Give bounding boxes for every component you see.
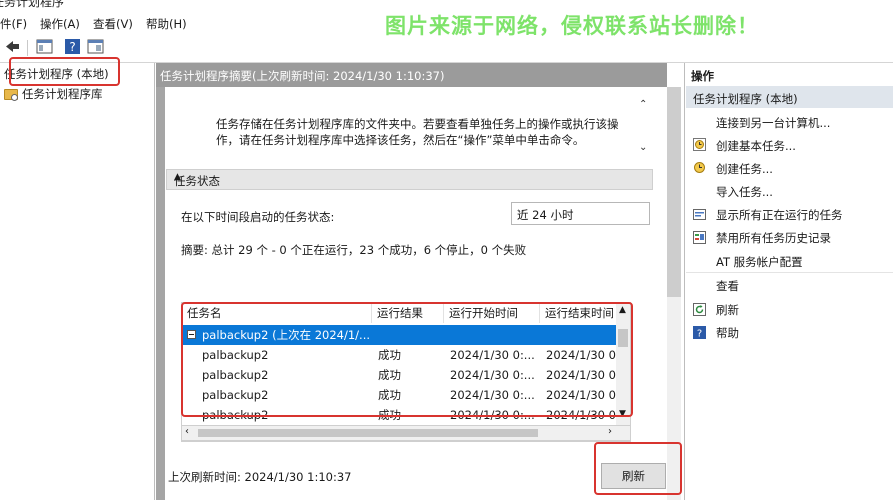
- menu-file[interactable]: 件(F): [0, 16, 27, 32]
- center-gutter: [156, 87, 165, 500]
- menu-view[interactable]: 查看(V): [93, 16, 133, 32]
- highlight-box-tree-root: [9, 57, 120, 86]
- scroll-left-icon[interactable]: ‹: [185, 426, 189, 437]
- description-scroll-down-icon[interactable]: ⌄: [639, 142, 647, 153]
- svg-text:?: ?: [697, 329, 702, 340]
- highlight-box-refresh-button: [594, 442, 682, 495]
- summary-header-text: 任务计划程序摘要(上次刷新时间: 2024/1/30 1:10:37): [160, 69, 445, 83]
- actions-section-header[interactable]: 任务计划程序 (本地): [686, 86, 893, 108]
- action-view-menu[interactable]: 查看: [716, 278, 739, 294]
- action-at-service-account[interactable]: AT 服务帐户配置: [716, 254, 803, 270]
- help-icon[interactable]: ?: [64, 38, 81, 55]
- action-create-task[interactable]: 创建任务...: [716, 161, 773, 177]
- clock-wizard-icon: [693, 138, 706, 151]
- clock-icon: [694, 162, 705, 173]
- summary-header: 任务计划程序摘要(上次刷新时间: 2024/1/30 1:10:37): [156, 63, 667, 87]
- tree-item-library-label: 任务计划程序库: [22, 87, 103, 101]
- action-create-basic-task[interactable]: 创建基本任务...: [716, 138, 796, 154]
- back-arrow-icon[interactable]: [4, 38, 21, 55]
- console-icon[interactable]: [36, 38, 53, 55]
- window-title-bar: 任务计划程序 –: [0, 0, 893, 10]
- task-status-section-bar[interactable]: 任务状态 ▲: [166, 169, 653, 190]
- menu-action[interactable]: 操作(A): [40, 16, 80, 32]
- tree-item-library[interactable]: 任务计划程序库: [4, 86, 103, 102]
- running-tasks-icon: [693, 209, 706, 220]
- menu-help[interactable]: 帮助(H): [146, 16, 187, 32]
- help-icon: ?: [693, 326, 706, 339]
- history-icon: [693, 231, 706, 244]
- actions-section-title: 任务计划程序 (本地): [693, 92, 798, 106]
- description-text: 任务存储在任务计划程序库的文件夹中。若要查看单独任务上的操作或执行该操 作，请在…: [216, 116, 626, 148]
- panel-icon[interactable]: [87, 38, 104, 55]
- action-refresh[interactable]: 刷新: [716, 302, 739, 318]
- refresh-icon: [693, 303, 706, 316]
- task-summary-text: 摘要: 总计 29 个 - 0 个正在运行，23 个成功，6 个停止，0 个失败: [181, 243, 527, 257]
- action-show-running-tasks[interactable]: 显示所有正在运行的任务: [716, 207, 843, 223]
- description-scroll-up-icon[interactable]: ⌃: [639, 99, 647, 110]
- actions-pane-title: 操作: [691, 69, 714, 83]
- period-select[interactable]: 近 24 小时 ⌵: [511, 202, 650, 225]
- status-period-label: 在以下时间段启动的任务状态:: [181, 210, 335, 224]
- left-pane-border: [154, 63, 155, 500]
- highlight-box-task-table: [181, 302, 633, 417]
- action-connect-computer[interactable]: 连接到另一台计算机...: [716, 115, 830, 131]
- action-help[interactable]: 帮助: [716, 325, 739, 341]
- table-hscroll-thumb[interactable]: [198, 429, 538, 437]
- task-folder-icon: [4, 88, 18, 101]
- description-line-1: 任务存储在任务计划程序库的文件夹中。若要查看单独任务上的操作或执行该操: [216, 117, 619, 131]
- toolbar-separator: [27, 40, 28, 56]
- last-refresh-text: 上次刷新时间: 2024/1/30 1:10:37: [168, 470, 352, 484]
- chevron-down-icon: ⌵: [517, 206, 525, 217]
- actions-separator: [686, 272, 893, 273]
- collapse-caret-icon[interactable]: ▲: [174, 172, 644, 182]
- toolbar: ?: [0, 34, 893, 60]
- table-horizontal-scrollbar[interactable]: ‹ ›: [181, 425, 631, 441]
- minimize-icon[interactable]: –: [0, 0, 853, 8]
- right-pane-border: [684, 63, 685, 500]
- action-import-task[interactable]: 导入任务...: [716, 184, 773, 200]
- action-disable-task-history[interactable]: 禁用所有任务历史记录: [716, 230, 831, 246]
- center-scrollbar-thumb[interactable]: [667, 87, 681, 297]
- svg-text:?: ?: [69, 40, 75, 54]
- description-line-2: 作，请在任务计划程序库中选择该任务，然后在“操作”菜单中单击命令。: [216, 133, 585, 147]
- scroll-right-icon[interactable]: ›: [608, 426, 612, 437]
